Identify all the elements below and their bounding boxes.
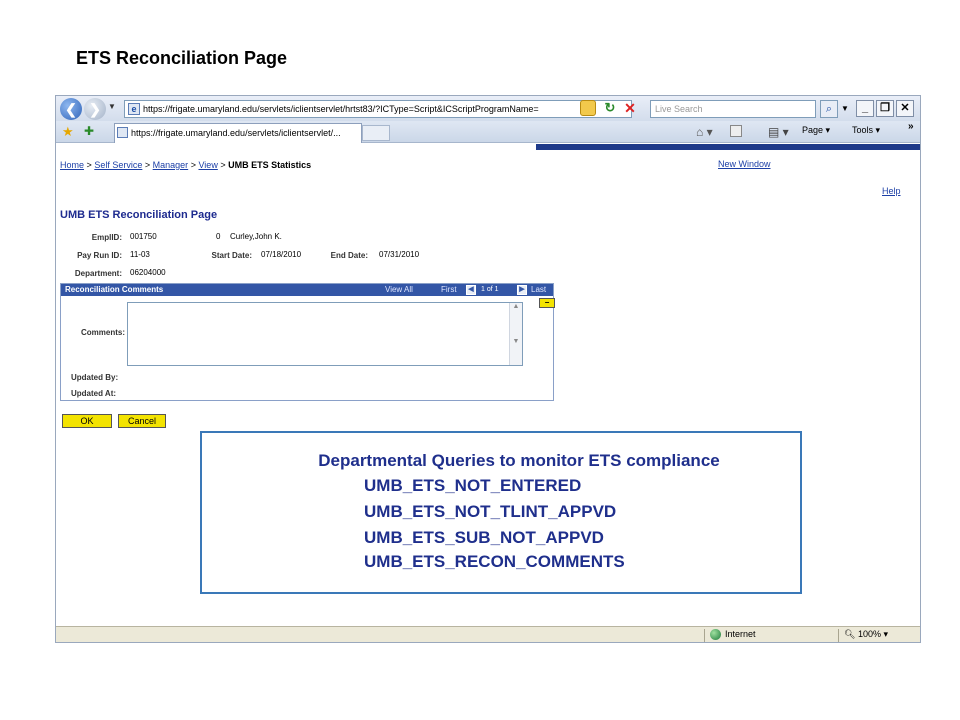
query-name: UMB_ETS_RECON_COMMENTS	[364, 552, 625, 571]
home-icon[interactable]: ⌂ ▾	[696, 125, 713, 139]
grid-title: Reconciliation Comments	[65, 285, 164, 294]
start-date-label: Start Date:	[211, 251, 252, 260]
slide-title: ETS Reconciliation Page	[76, 48, 288, 68]
employee-name: Curley,John K.	[230, 232, 282, 241]
breadcrumb-separator: >	[190, 160, 196, 170]
status-bar: Internet 🔍︎ 100% ▾	[56, 626, 920, 642]
breadcrumb-manager[interactable]: Manager	[153, 160, 189, 170]
queries-callout: Departmental Queries to monitor ETS comp…	[200, 431, 802, 594]
comments-scrollbar[interactable]: ▲ ▼	[509, 303, 522, 365]
zoom-value: 100%	[857, 629, 881, 639]
page-menu[interactable]: Page ▾	[802, 125, 830, 136]
comments-label: Comments:	[80, 328, 125, 337]
page-count: 1 of 1	[481, 286, 499, 293]
comments-textarea[interactable]	[127, 302, 523, 366]
end-date-value: 07/31/2010	[379, 250, 420, 259]
feeds-icon[interactable]	[730, 125, 742, 137]
zoom-level[interactable]: 🔍︎ 100% ▾	[844, 629, 888, 640]
callout-heading: Departmental Queries to monitor ETS comp…	[318, 451, 720, 470]
first-link[interactable]: First	[441, 284, 457, 296]
new-window-link[interactable]: New Window	[718, 159, 771, 169]
query-name: UMB_ETS_NOT_ENTERED	[364, 476, 582, 495]
search-dropdown-icon[interactable]: ▼	[840, 100, 850, 118]
security-zone[interactable]: Internet	[710, 629, 756, 641]
department-value: 06204000	[130, 268, 166, 277]
tab-command-row: ★ ✚ https://frigate.umaryland.edu/servle…	[56, 121, 920, 143]
address-input[interactable]: e https://frigate.umaryland.edu/servlets…	[124, 100, 632, 118]
tools-menu[interactable]: Tools ▾	[852, 125, 880, 136]
zoom-icon: 🔍︎	[844, 629, 856, 639]
back-button[interactable]: ❮	[60, 98, 82, 120]
refresh-icon[interactable]: ↻	[602, 100, 618, 116]
add-favorites-icon[interactable]: ✚	[84, 124, 94, 138]
restore-button[interactable]: ❐	[876, 100, 894, 117]
page-prev-button[interactable]: ◀	[466, 285, 476, 295]
new-tab-button[interactable]	[362, 125, 390, 141]
updated-by-label: Updated By:	[71, 373, 119, 382]
help-link[interactable]: Help	[882, 186, 901, 196]
breadcrumb-view[interactable]: View	[198, 160, 217, 170]
print-icon[interactable]: ▤ ▾	[768, 125, 789, 139]
stop-icon[interactable]: ✕	[622, 100, 638, 116]
breadcrumb-separator: >	[144, 160, 151, 170]
updated-at-label: Updated At:	[71, 389, 117, 398]
slide: ETS Reconciliation Page ❮ ❯ ▼ e https://…	[0, 0, 960, 720]
empl-rcd-value: 0	[216, 232, 221, 241]
query-name: UMB_ETS_NOT_TLINT_APPVD	[364, 502, 617, 521]
department-label: Department:	[74, 269, 122, 278]
breadcrumb-self-service[interactable]: Self Service	[94, 160, 142, 170]
forward-button[interactable]: ❯	[84, 98, 106, 120]
tab-title: https://frigate.umaryland.edu/servlets/i…	[131, 128, 341, 138]
globe-icon	[710, 629, 721, 641]
history-dropdown-icon[interactable]: ▼	[108, 102, 116, 111]
tab-page-icon	[117, 127, 128, 138]
grid-header: Reconciliation Comments View All First ◀…	[61, 284, 553, 296]
ok-button[interactable]: OK	[62, 414, 112, 428]
page-next-button[interactable]: ▶	[517, 285, 527, 295]
breadcrumb-separator: >	[86, 160, 92, 170]
breadcrumb: Home > Self Service > Manager > View > U…	[60, 160, 311, 170]
query-name: UMB_ETS_SUB_NOT_APPVD	[364, 528, 604, 547]
tab-active[interactable]: https://frigate.umaryland.edu/servlets/i…	[114, 123, 362, 143]
collapse-button[interactable]: −	[539, 298, 555, 308]
minimize-button[interactable]: _	[856, 100, 874, 117]
top-banner	[536, 144, 920, 150]
end-date-label: End Date:	[330, 251, 368, 260]
breadcrumb-current: UMB ETS Statistics	[228, 160, 312, 170]
cancel-button[interactable]: Cancel	[118, 414, 166, 428]
address-bar-row: ❮ ❯ ▼ e https://frigate.umaryland.edu/se…	[56, 96, 920, 121]
breadcrumb-home[interactable]: Home	[60, 160, 84, 170]
address-url: https://frigate.umaryland.edu/servlets/i…	[143, 104, 539, 114]
status-divider	[838, 629, 839, 642]
reconciliation-comments-grid: Reconciliation Comments View All First ◀…	[60, 283, 555, 401]
lock-icon[interactable]	[580, 100, 596, 116]
page-title: UMB ETS Reconciliation Page	[60, 209, 218, 221]
zone-label: Internet	[725, 629, 756, 639]
status-divider	[704, 629, 705, 642]
chevron-more-icon[interactable]: »	[908, 121, 914, 132]
view-all-link[interactable]: View All	[385, 284, 413, 296]
search-icon[interactable]: ⌕	[820, 100, 838, 118]
page-icon: e	[128, 103, 140, 115]
start-date-value: 07/18/2010	[261, 250, 302, 259]
last-link[interactable]: Last	[531, 284, 546, 296]
pay-run-value: 11-03	[130, 250, 150, 259]
favorites-star-icon[interactable]: ★	[62, 124, 74, 140]
search-input[interactable]: Live Search	[650, 100, 816, 118]
emplid-label: EmplID:	[91, 233, 122, 242]
pay-run-label: Pay Run ID:	[77, 251, 122, 260]
emplid-value: 001750	[130, 232, 157, 241]
close-button[interactable]: ✕	[896, 100, 914, 117]
breadcrumb-separator: >	[220, 160, 226, 170]
